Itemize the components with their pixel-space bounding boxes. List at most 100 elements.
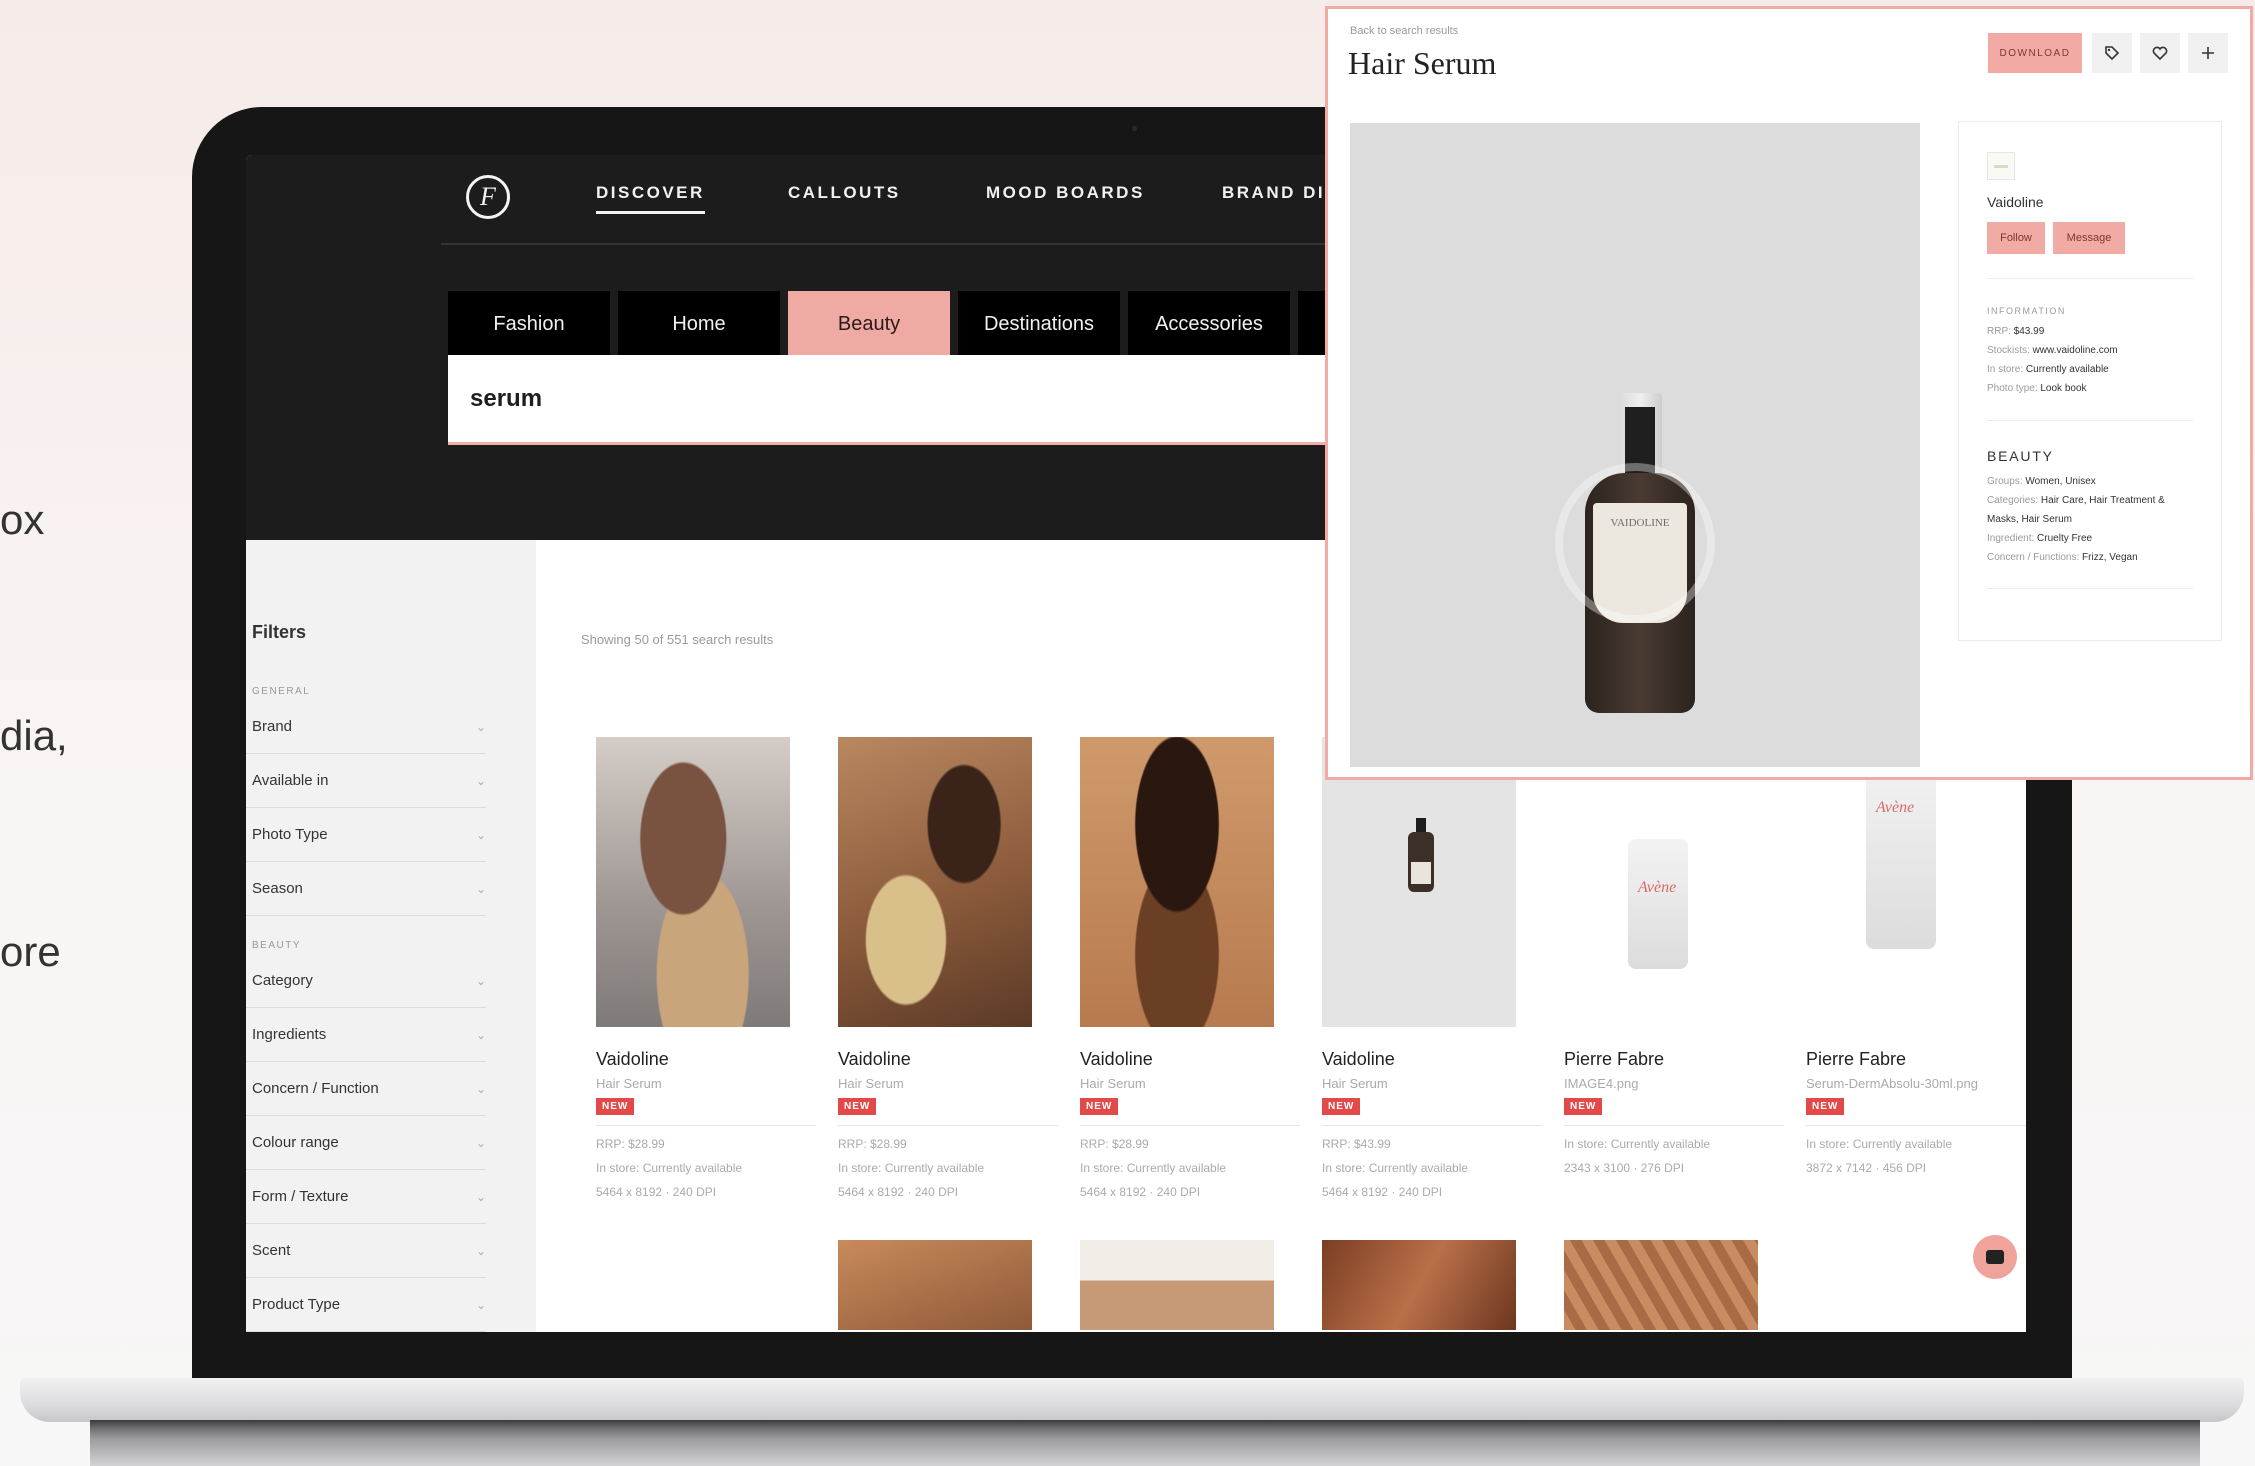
- nav-mood-boards[interactable]: MOOD BOARDS: [986, 183, 1145, 203]
- nav-discover[interactable]: DISCOVER: [596, 183, 705, 214]
- tab-home[interactable]: Home: [618, 291, 780, 357]
- info-photo-type: Photo type: Look book: [1987, 383, 2087, 394]
- product-image[interactable]: [596, 737, 790, 1027]
- product-card[interactable]: Vaidoline Hair Serum NEW RRP: $43.99 In …: [1322, 737, 1542, 1204]
- filter-label: Photo Type: [252, 826, 328, 843]
- tab-destinations[interactable]: Destinations: [958, 291, 1120, 357]
- filter-brand[interactable]: Brand ⌄: [246, 700, 486, 754]
- bottle-graphic: [1408, 818, 1434, 892]
- seller-card: Vaidoline Follow Message INFORMATION RRP…: [1958, 121, 2222, 641]
- product-subtitle: Hair Serum: [838, 1076, 904, 1091]
- product-image-row2[interactable]: [1080, 1240, 1274, 1330]
- product-image[interactable]: [1080, 737, 1274, 1027]
- chevron-down-icon: ⌄: [475, 1297, 486, 1312]
- divider: [596, 1125, 816, 1126]
- product-card[interactable]: Vaidoline Hair Serum NEW RRP: $28.99 In …: [1080, 737, 1300, 1204]
- follow-button[interactable]: Follow: [1987, 222, 2045, 254]
- nav-brand-directory[interactable]: BRAND DIR: [1222, 183, 1340, 203]
- new-badge: NEW: [1080, 1098, 1119, 1115]
- product-brand: Vaidoline: [1080, 1049, 1153, 1069]
- camera-dot: [1132, 126, 1137, 131]
- beauty-ingredient: Ingredient: Cruelty Free: [1987, 533, 2093, 544]
- nav-callouts[interactable]: CALLOUTS: [788, 183, 901, 203]
- product-image-row2[interactable]: [1564, 1240, 1758, 1330]
- filter-form-texture[interactable]: Form / Texture ⌄: [246, 1170, 486, 1224]
- product-dims: 5464 x 8192 · 240 DPI: [1322, 1185, 1443, 1199]
- product-store: In store: Currently available: [838, 1161, 985, 1175]
- brand-logo[interactable]: F: [466, 175, 510, 219]
- divider: [1987, 420, 2193, 421]
- message-button[interactable]: Message: [2053, 222, 2125, 254]
- filter-label: Scent: [252, 1242, 291, 1259]
- filter-product-type[interactable]: Product Type ⌄: [246, 1278, 486, 1332]
- back-to-results-link[interactable]: Back to search results: [1350, 25, 1458, 37]
- background-text-1: ox: [0, 496, 45, 543]
- product-detail-panel: Back to search results Hair Serum DOWNLO…: [1325, 6, 2253, 780]
- chevron-down-icon: ⌄: [475, 1189, 486, 1204]
- product-card[interactable]: Vaidoline Hair Serum NEW RRP: $28.99 In …: [838, 737, 1058, 1204]
- bottle-label: Avène: [1638, 879, 1677, 896]
- info-stockists: Stockists: www.vaidoline.com: [1987, 345, 2118, 356]
- chevron-down-icon: ⌄: [475, 973, 486, 988]
- divider: [1080, 1125, 1300, 1126]
- seller-logo: [1987, 152, 2015, 180]
- filter-label: Concern / Function: [252, 1080, 379, 1097]
- product-subtitle: Hair Serum: [1080, 1076, 1146, 1091]
- filter-season[interactable]: Season ⌄: [246, 862, 486, 916]
- seller-name[interactable]: Vaidoline: [1987, 194, 2044, 210]
- tab-fashion[interactable]: Fashion: [448, 291, 610, 357]
- filter-category[interactable]: Category ⌄: [246, 954, 486, 1008]
- bottle-label: Avène: [1876, 799, 1915, 816]
- plus-icon[interactable]: [2188, 33, 2228, 73]
- product-image-row2[interactable]: [1322, 1240, 1516, 1330]
- product-rrp: RRP: $28.99: [1080, 1137, 1149, 1151]
- chevron-down-icon: ⌄: [475, 881, 486, 896]
- divider: [1806, 1125, 2026, 1126]
- tag-icon[interactable]: [2092, 33, 2132, 73]
- product-dims: 2343 x 3100 · 276 DPI: [1564, 1161, 1685, 1175]
- product-card[interactable]: Avène Pierre Fabre Serum-DermAbsolu-30ml…: [1806, 759, 2026, 1180]
- new-badge: NEW: [1806, 1098, 1845, 1115]
- chevron-down-icon: ⌄: [475, 827, 486, 842]
- product-dims: 3872 x 7142 · 456 DPI: [1806, 1161, 1927, 1175]
- product-brand: Vaidoline: [596, 1049, 669, 1069]
- laptop-base: [20, 1378, 2244, 1422]
- product-card[interactable]: Vaidoline Hair Serum NEW RRP: $28.99 In …: [596, 737, 816, 1204]
- product-image[interactable]: [838, 737, 1032, 1027]
- filter-ingredients[interactable]: Ingredients ⌄: [246, 1008, 486, 1062]
- filter-label: Available in: [252, 772, 329, 789]
- divider: [1564, 1125, 1784, 1126]
- new-badge: NEW: [596, 1098, 635, 1115]
- filter-concern-function[interactable]: Concern / Function ⌄: [246, 1062, 486, 1116]
- product-dims: 5464 x 8192 · 240 DPI: [596, 1185, 717, 1199]
- product-store: In store: Currently available: [1806, 1137, 1953, 1151]
- download-button[interactable]: DOWNLOAD: [1988, 33, 2082, 73]
- chat-button[interactable]: [1973, 1235, 2017, 1279]
- product-subtitle: Serum-DermAbsolu-30ml.png: [1806, 1076, 1978, 1091]
- product-image[interactable]: Avène: [1806, 759, 2000, 1049]
- detail-title: Hair Serum: [1348, 45, 1497, 81]
- results-count: Showing 50 of 551 search results: [581, 632, 774, 647]
- new-badge: NEW: [1322, 1098, 1361, 1115]
- filter-scent[interactable]: Scent ⌄: [246, 1224, 486, 1278]
- product-image-row2[interactable]: [838, 1240, 1032, 1330]
- product-hero-image[interactable]: VAIDOLINE: [1350, 123, 1920, 767]
- product-card[interactable]: Avène Pierre Fabre IMAGE4.png NEW In sto…: [1564, 759, 1784, 1180]
- filter-label: Form / Texture: [252, 1188, 349, 1205]
- heart-icon[interactable]: [2140, 33, 2180, 73]
- chevron-down-icon: ⌄: [475, 1243, 486, 1258]
- filter-colour-range[interactable]: Colour range ⌄: [246, 1116, 486, 1170]
- filter-group-general: GENERAL: [252, 686, 311, 697]
- background-text-2: dia,: [0, 712, 68, 759]
- tab-beauty[interactable]: Beauty: [788, 291, 950, 357]
- product-brand: Vaidoline: [1322, 1049, 1395, 1069]
- info-in-store: In store: Currently available: [1987, 364, 2109, 375]
- filter-available-in[interactable]: Available in ⌄: [246, 754, 486, 808]
- product-dims: 5464 x 8192 · 240 DPI: [1080, 1185, 1201, 1199]
- product-image[interactable]: [1322, 737, 1516, 1027]
- filter-photo-type[interactable]: Photo Type ⌄: [246, 808, 486, 862]
- tab-accessories[interactable]: Accessories: [1128, 291, 1290, 357]
- chevron-down-icon: ⌄: [475, 1081, 486, 1096]
- product-image[interactable]: Avène: [1564, 759, 1758, 1049]
- background-text-3: ore: [0, 928, 61, 975]
